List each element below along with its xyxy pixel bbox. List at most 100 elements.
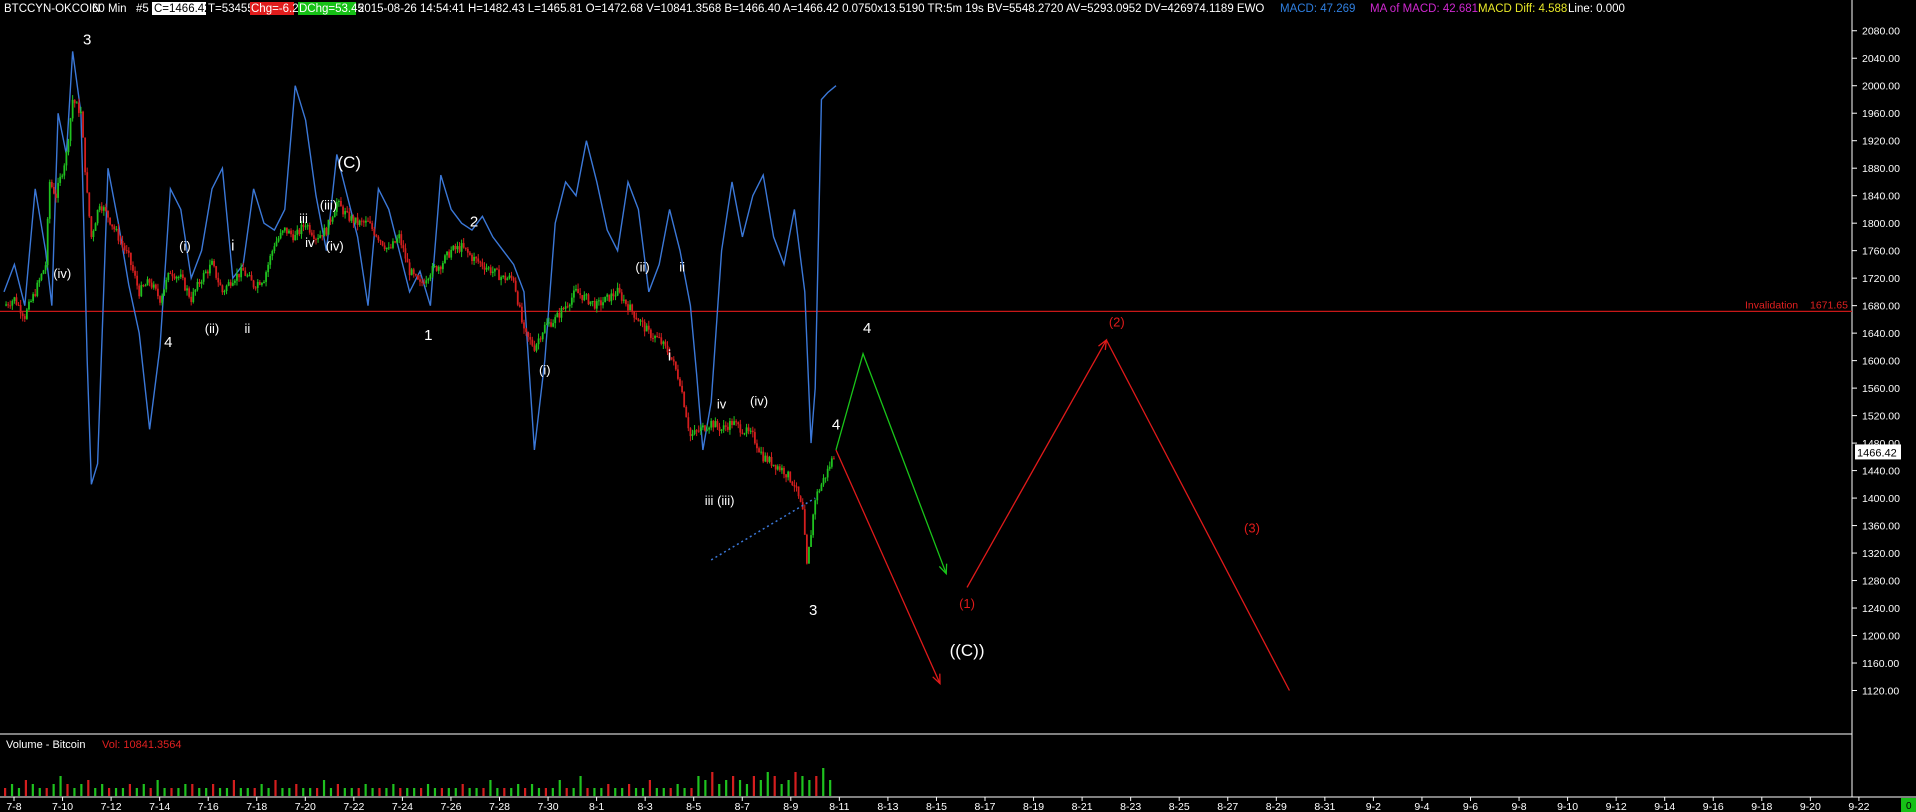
candle-body (254, 287, 257, 289)
wave-label: iv (305, 235, 315, 250)
candle-body (664, 341, 667, 346)
candle-body (392, 241, 394, 248)
candle-body (319, 235, 322, 239)
candle-body (294, 234, 297, 241)
volume-bar (364, 784, 367, 796)
x-tick-label: 7-14 (149, 801, 170, 812)
volume-bar (454, 788, 457, 796)
candle-body (764, 455, 767, 462)
candle-body (814, 500, 817, 515)
candle-body (616, 287, 619, 296)
header-chg: Chg=-6.26 (251, 3, 305, 15)
candle-body (402, 245, 405, 249)
volume-bar (121, 788, 125, 796)
candle-body (211, 260, 213, 265)
volume-bar (378, 788, 381, 796)
candle-body (129, 252, 132, 265)
volume-bar (704, 780, 707, 796)
candle-body (258, 281, 261, 285)
candle-body (394, 241, 396, 243)
candle-body (383, 245, 386, 250)
wave-label: i (668, 348, 671, 365)
volume-bar (212, 784, 215, 796)
candle-body (760, 451, 763, 453)
candle-body (337, 200, 340, 202)
x-tick-label: 8-1 (589, 801, 604, 812)
candle-body (697, 430, 700, 432)
volume-bar (52, 784, 55, 796)
volume-bar (399, 788, 402, 796)
x-tick-label: 7-16 (198, 801, 219, 812)
candle-body (107, 210, 109, 218)
candle-body (523, 322, 525, 329)
candle-body (121, 241, 124, 246)
volume-bar (669, 788, 672, 796)
x-tick-label: 9-6 (1463, 801, 1478, 812)
candle-body (645, 325, 648, 332)
candle-body (57, 182, 59, 198)
candle-body (389, 247, 392, 249)
candle-body (691, 433, 694, 437)
candle-body (577, 288, 579, 294)
volume-bar (759, 780, 762, 796)
candle-body (117, 228, 120, 241)
candle-body (381, 241, 384, 246)
candle-body (21, 313, 24, 317)
volume-bar (829, 780, 832, 796)
candle-body (86, 172, 89, 193)
x-tick-label: 9-2 (1366, 801, 1381, 812)
candle-body (435, 265, 438, 271)
x-tick-label: 7-28 (489, 801, 510, 812)
candle-body (726, 426, 729, 430)
candle-body (346, 211, 349, 213)
candle-body (504, 275, 507, 281)
candle-body (298, 229, 301, 235)
candle-body (608, 294, 611, 302)
candle-body (73, 99, 76, 104)
candle-body (417, 275, 419, 280)
candle-body (69, 118, 72, 141)
candle-body (9, 305, 12, 307)
wave-label: (3) (1244, 520, 1260, 535)
candle-body (554, 317, 557, 324)
volume-bar (433, 788, 437, 796)
candle-body (227, 282, 230, 286)
volume-bar (295, 784, 298, 796)
candle-body (292, 234, 295, 241)
candle-body (248, 275, 251, 277)
candle-body (213, 260, 215, 267)
candle-body (597, 300, 600, 302)
wave-label: (iv) (750, 393, 768, 408)
candle-body (88, 192, 91, 217)
candle-body (568, 304, 571, 307)
candle-body (42, 270, 45, 274)
candle-body (340, 200, 342, 207)
candle-body (317, 238, 319, 240)
volume-bar (579, 776, 582, 796)
candle-body (53, 186, 55, 194)
last-price-badge: 1466.42 (1855, 444, 1901, 460)
x-tick-label: 9-10 (1557, 801, 1578, 812)
candle-body (181, 274, 184, 278)
x-tick-label: 7-8 (6, 801, 21, 812)
candle-body (776, 466, 779, 470)
volume-bar (10, 784, 14, 796)
volume-bar (142, 784, 145, 796)
candle-body (90, 216, 93, 238)
candle-body (67, 140, 70, 153)
candle-body (716, 421, 719, 427)
candle-body (144, 285, 147, 287)
candle-body (797, 486, 800, 497)
candle-body (188, 288, 191, 297)
candle-body (375, 234, 378, 237)
candle-body (263, 281, 265, 283)
volume-bar (697, 776, 700, 796)
candle-body (714, 421, 717, 428)
candle-body (100, 206, 103, 211)
volume-bar (281, 788, 284, 796)
candle-body (423, 282, 426, 284)
volume-bar (24, 780, 27, 796)
header-close: C=1466.42 (154, 3, 211, 15)
y-tick-label: 1920.00 (1862, 136, 1900, 148)
candle-body (146, 279, 149, 286)
